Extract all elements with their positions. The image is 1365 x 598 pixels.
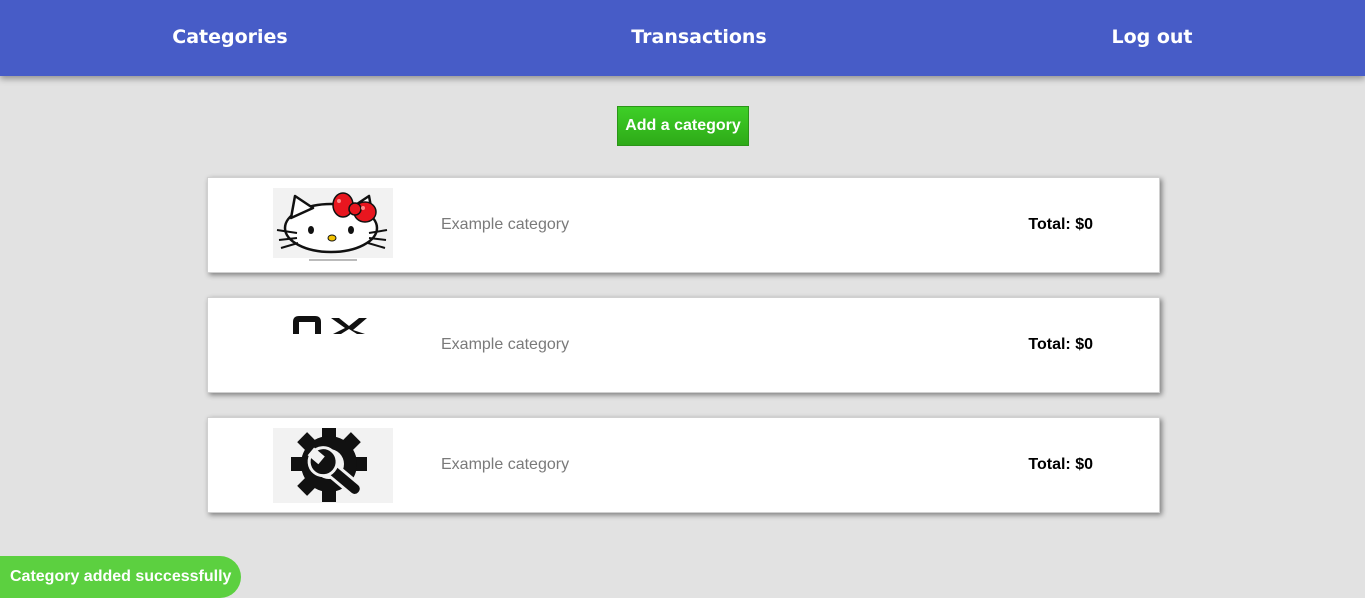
broken-image-icon [273,308,393,383]
category-card[interactable]: Example category Total: $0 [207,177,1160,273]
nav-transactions-link[interactable]: Transactions [599,0,799,76]
category-name: Example category [441,456,570,473]
settings-wrench-icon [273,428,393,503]
category-card[interactable]: Example category Total: $0 [207,297,1160,393]
nav-categories-link[interactable]: Categories [130,0,330,76]
hello-kitty-icon [273,188,393,263]
category-total: Total: $0 [1028,336,1093,353]
category-name: Example category [441,216,570,233]
success-toast: Category added successfully [0,556,242,598]
category-card[interactable]: Example category Total: $0 [207,417,1160,513]
top-navbar: Categories Transactions Log out [0,0,1365,76]
nav-logout-link[interactable]: Log out [1082,0,1222,76]
add-category-button[interactable]: Add a category [617,106,749,146]
category-total: Total: $0 [1028,456,1093,473]
category-total: Total: $0 [1028,216,1093,233]
category-name: Example category [441,336,570,353]
